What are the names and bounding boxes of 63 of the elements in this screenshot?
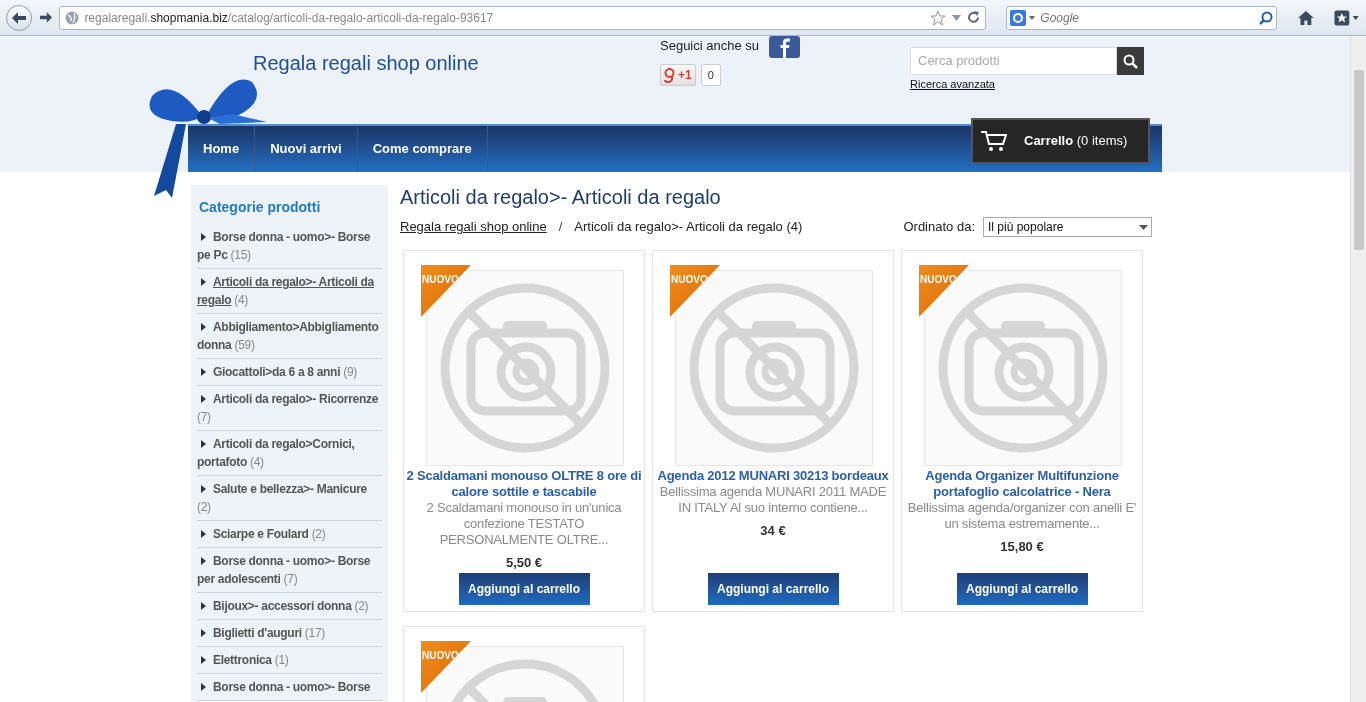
url-text: regalaregali.shopmania.biz/catalog/articoli-da-regalo-articoli-da-regalo-93617 [84,9,494,27]
product-price: 15,80 € [1000,539,1044,555]
category-item[interactable]: Borse donna - uomo>- Borse [197,674,382,701]
follow-label: Seguici anche su [660,37,759,55]
breadcrumb-link[interactable]: Regala regali shop online [400,217,547,237]
category-item[interactable]: Elettronica (1) [197,647,382,674]
product-price: 34 € [760,523,786,539]
star-icon[interactable] [930,9,947,26]
page-heading: Articoli da regalo>- Articoli da regalo [400,185,722,209]
bookmarks-icon[interactable] [1334,9,1360,26]
search-field[interactable]: Google [1006,5,1277,30]
add-to-cart-button[interactable]: Aggiungi al carrello [956,573,1088,605]
category-item[interactable]: Abbigliamento>Abbigliamento donna (59) [197,314,382,359]
cart-button[interactable]: Carrello (0 items) [971,118,1150,164]
cart-icon [981,130,1007,152]
globe-icon [65,10,80,25]
search-icon[interactable] [1258,10,1273,25]
category-item[interactable]: Bijoux>- accessori donna (2) [197,593,382,620]
product-description: Bellissima agenda MUNARI 2011 MADE IN ITALY Al suo interno contiene... [658,484,888,516]
plus-one-count: 0 [700,64,721,86]
product-title[interactable]: Agenda 2012 MUNARI 30213 bordeaux [657,468,889,484]
category-item[interactable]: Salute e bellezza>- Manicure (2) [197,476,382,521]
nav-link[interactable]: Home [188,126,256,172]
social-icon[interactable] [769,36,800,58]
nav-link[interactable]: Nuovi arrivi [255,126,358,172]
reload-icon[interactable] [967,11,981,24]
dropdown-arrow-icon [1139,224,1148,230]
breadcrumb-separator: / [558,218,563,237]
g-logo-icon [664,67,675,83]
add-to-cart-button[interactable]: Aggiungi al carrello [458,573,590,605]
scrollbar[interactable] [1350,36,1366,702]
product-price: 5,50 € [505,555,543,571]
breadcrumb-current: Articoli da regalo>- Articoli da regalo (4) [574,218,803,237]
product-description: 2 Scaldamani monouso in un'unica confezione TESTATO PERSONALMENTE OLTRE... [425,500,623,548]
search-engine-icon [1010,9,1037,26]
home-icon[interactable] [1296,9,1315,26]
nav-link[interactable]: Come comprare [357,126,488,172]
back-arrow-icon [11,11,26,24]
sort-dropdown[interactable]: Il più popolare [983,217,1152,237]
dropdown-arrow-icon[interactable] [952,14,962,21]
back-button[interactable] [6,4,32,31]
add-to-cart-button[interactable]: Aggiungi al carrello [707,573,839,605]
plus-one-button[interactable]: +1 [660,64,696,86]
category-item[interactable]: Articoli da regalo>- Ricorrenze (7) [197,386,382,431]
search-button[interactable] [1117,47,1144,75]
sidebar-title: Categorie prodotti [198,198,322,217]
category-item[interactable]: Borse donna - uomo>- Borse per adolescenti (7) [197,548,382,593]
url-field[interactable]: regalaregali.shopmania.biz/catalog/articoli-da-regalo-articoli-da-regalo-93617 [59,5,987,30]
search-placeholder: Google [1040,9,1080,27]
sort-label: Ordinato da: [903,218,975,237]
product-title[interactable]: 2 Scaldamani monouso OLTRE 8 ore di calore sottile e tascabile [404,468,644,500]
advanced-search-link[interactable]: Ricerca avanzata [910,76,1144,93]
category-item[interactable]: Borse donna - uomo>- Borse pe Pc (15) [197,224,382,269]
category-item[interactable]: Articoli da regalo>- Articoli da regalo (4) [197,269,382,314]
product-title[interactable]: Agenda Organizer Multifunzione portafoglio calcolatrice - Nera [902,468,1142,500]
forward-arrow-icon [39,12,52,23]
product-description: Bellissima agenda/organizer con anelli E' un sistema estremamente... [906,500,1138,532]
category-item[interactable]: Giocattoli>da 6 a 8 anni (9) [197,359,382,386]
search-icon [1123,53,1138,69]
category-item[interactable]: Biglietti d'auguri (17) [197,620,382,647]
site-title[interactable]: Regala regali shop online [253,52,479,74]
category-item[interactable]: Articoli da regalo>Cornici, portafoto (4) [197,431,382,476]
category-item[interactable]: Sciarpe e Foulard (2) [197,521,382,548]
